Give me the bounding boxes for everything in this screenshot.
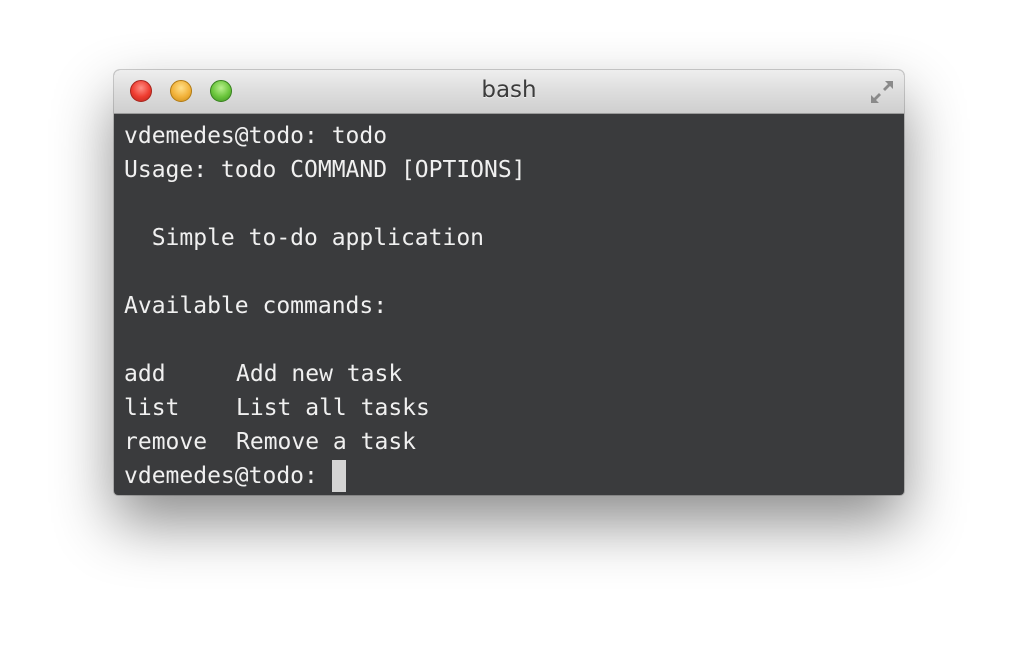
current-prompt-line[interactable]: vdemedes@todo: xyxy=(124,459,904,493)
command-name: remove xyxy=(124,429,208,455)
terminal-window: bash vdemedes@todo: todo Usage: todo COM… xyxy=(114,70,904,495)
command-row: remove Remove a task xyxy=(124,425,904,459)
command-name: list xyxy=(124,395,180,421)
commands-header: Available commands: xyxy=(124,293,388,319)
command-row: list List all tasks xyxy=(124,391,904,425)
command-description: List all tasks xyxy=(236,395,430,421)
usage-line: Usage: todo COMMAND [OPTIONS] xyxy=(124,157,526,183)
prompt-line: vdemedes@todo: todo xyxy=(124,123,388,149)
description-line: Simple to-do application xyxy=(124,225,485,251)
window-title: bash xyxy=(481,77,537,103)
current-prompt: vdemedes@todo: xyxy=(124,463,318,489)
command-description: Add new task xyxy=(236,361,403,387)
text-cursor xyxy=(331,460,346,492)
command-name: add xyxy=(124,361,166,387)
command-row: add Add new task xyxy=(124,357,904,391)
fullscreen-icon[interactable] xyxy=(868,78,896,106)
command-description: Remove a task xyxy=(236,429,417,455)
terminal-output[interactable]: vdemedes@todo: todo Usage: todo COMMAND … xyxy=(114,114,904,495)
title-bar[interactable]: bash xyxy=(114,70,904,114)
